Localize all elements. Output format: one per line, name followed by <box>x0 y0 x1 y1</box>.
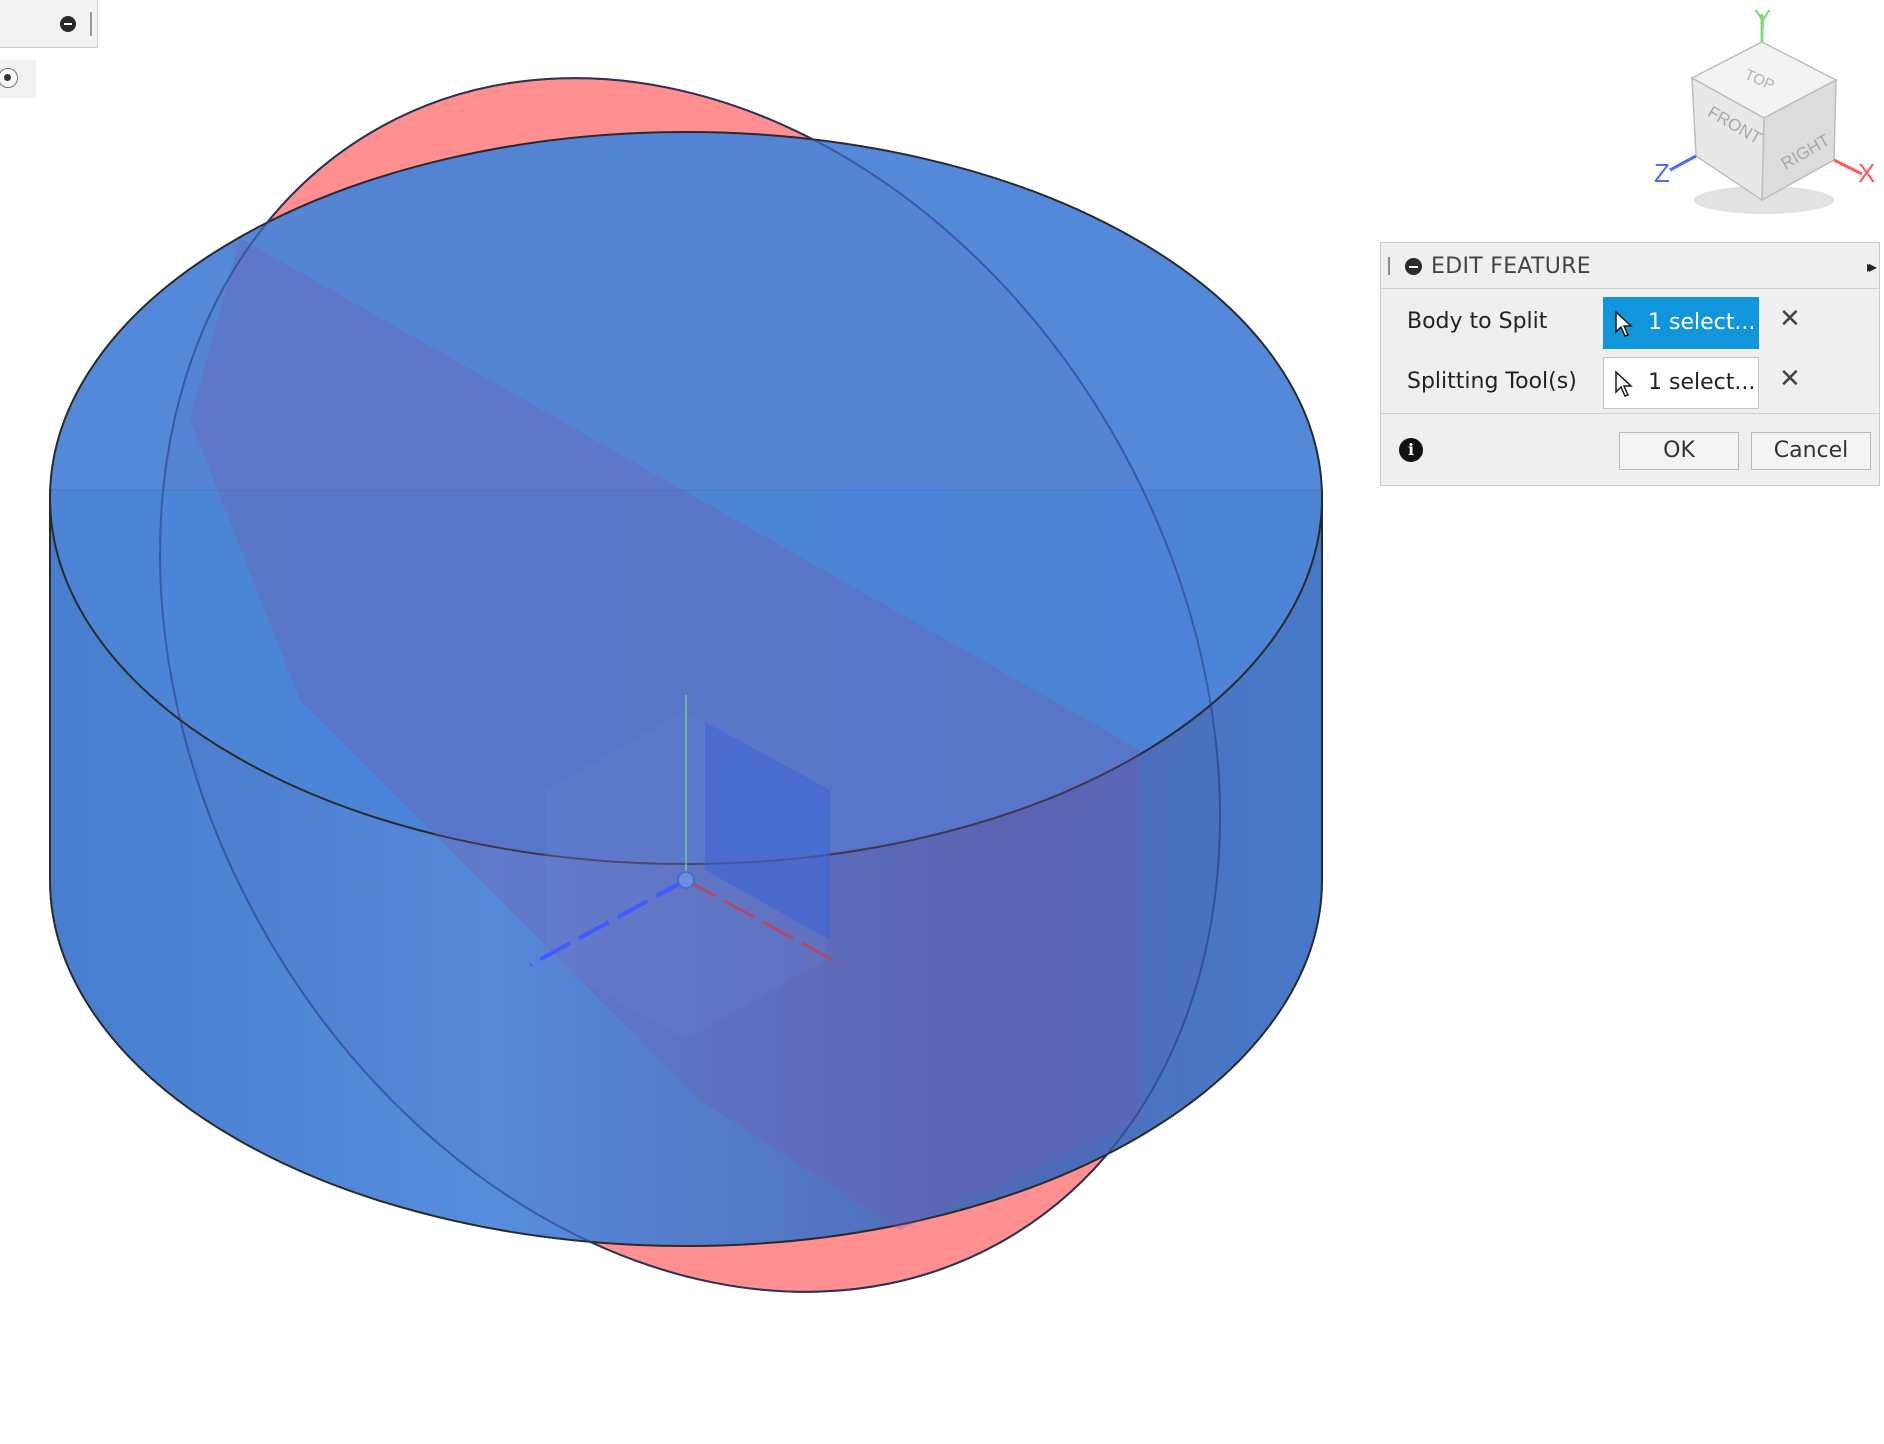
splitting-tools-selector[interactable]: 1 select... <box>1603 357 1759 409</box>
info-icon[interactable]: i <box>1399 438 1423 462</box>
origin-point[interactable] <box>677 871 695 889</box>
body-to-split-label: Body to Split <box>1407 309 1548 334</box>
browser-item-stub <box>0 60 36 98</box>
3d-viewport[interactable] <box>0 0 1884 1444</box>
body-to-split-selection-text: 1 select... <box>1648 310 1756 335</box>
cursor-arrow-icon <box>1615 370 1633 397</box>
cancel-button[interactable]: Cancel <box>1751 432 1871 470</box>
row-splitting-tools: Splitting Tool(s) 1 select... ✕ <box>1381 355 1879 409</box>
viewcube-axis-z <box>1669 154 1697 172</box>
row-body-to-split: Body to Split 1 select... ✕ <box>1381 295 1879 349</box>
clear-tools-selection-icon[interactable]: ✕ <box>1779 364 1801 394</box>
radio-button-icon[interactable] <box>0 68 18 88</box>
collapse-icon[interactable] <box>1405 258 1422 275</box>
panel-title: EDIT FEATURE <box>1431 254 1591 279</box>
splitting-tools-selection-text: 1 select... <box>1648 370 1756 395</box>
clear-body-selection-icon[interactable]: ✕ <box>1779 304 1801 334</box>
body-to-split-selector[interactable]: 1 select... <box>1603 297 1759 349</box>
view-cube[interactable]: Y TOP FRONT RIGHT X Z <box>1640 0 1884 230</box>
panel-grip-handle[interactable] <box>90 12 92 36</box>
panel-header[interactable]: EDIT FEATURE ▸▸ <box>1381 243 1879 289</box>
cursor-arrow-icon <box>1615 310 1633 337</box>
edit-feature-panel: EDIT FEATURE ▸▸ Body to Split 1 select..… <box>1380 242 1880 486</box>
panel-footer: i OK Cancel <box>1381 413 1879 487</box>
ok-button[interactable]: OK <box>1619 432 1739 470</box>
expand-forward-icon[interactable]: ▸▸ <box>1867 257 1877 276</box>
viewcube-axis-y-label: Y <box>1754 4 1771 34</box>
browser-panel-stub <box>0 0 98 48</box>
collapse-icon[interactable] <box>60 16 76 32</box>
viewcube-axis-x-label: X <box>1858 158 1875 188</box>
viewcube-axis-z-label: Z <box>1654 158 1670 188</box>
panel-grip-handle[interactable] <box>1388 257 1390 275</box>
splitting-tools-label: Splitting Tool(s) <box>1407 369 1577 394</box>
